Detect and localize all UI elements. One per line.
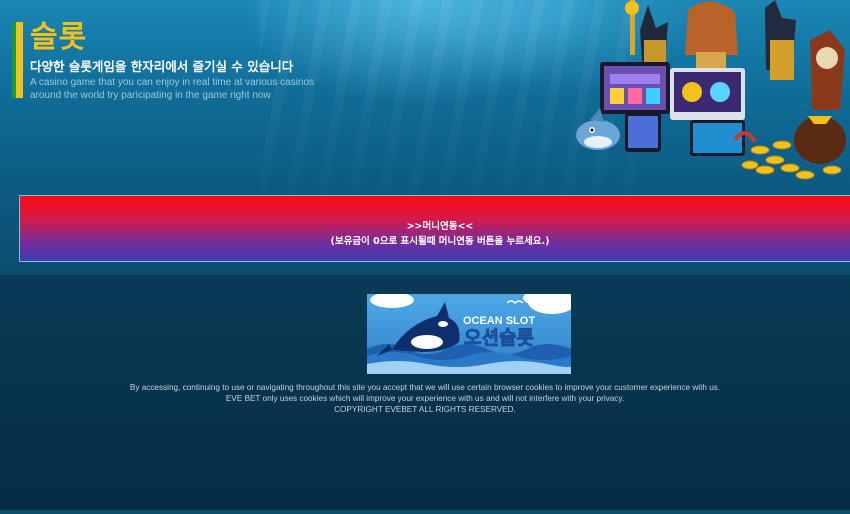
bottom-divider — [0, 510, 850, 514]
money-sync-hint: (보유금이 0으로 표시될때 머니연동 버튼을 누르세요.) — [330, 236, 550, 247]
casino-characters-illustration — [576, 0, 846, 180]
footer-text: By accessing, continuing to use or navig… — [0, 382, 850, 415]
page-subtitle: 다양한 슬롯게임을 한자리에서 즐기실 수 있습니다 — [30, 59, 294, 74]
money-sync-label: >>머니연동<< — [406, 221, 474, 232]
ocean-slot-en-text: OCEAN SLOT — [463, 315, 535, 327]
footer-privacy-note: EVE BET only uses cookies which will imp… — [225, 394, 625, 403]
page-title: 슬롯 — [30, 20, 88, 55]
description-line-1: A casino game that you can enjoy in real… — [30, 77, 315, 88]
description-line-2: around the world try paricipating in the… — [30, 90, 271, 101]
title-accent-bar — [12, 22, 23, 98]
ocean-slot-game-tile[interactable]: OCEAN SLOT 오션슬롯 — [367, 294, 571, 374]
page-description: A casino game that you can enjoy in real… — [30, 76, 314, 102]
footer-cookie-notice: By accessing, continuing to use or navig… — [129, 383, 721, 392]
ocean-slot-ko-text: 오션슬롯 — [464, 327, 534, 349]
footer-copyright: COPYRIGHT EVEBET ALL RIGHTS RESERVED. — [334, 405, 516, 414]
money-sync-button[interactable]: >>머니연동<< (보유금이 0으로 표시될때 머니연동 버튼을 누르세요.) — [19, 195, 850, 262]
